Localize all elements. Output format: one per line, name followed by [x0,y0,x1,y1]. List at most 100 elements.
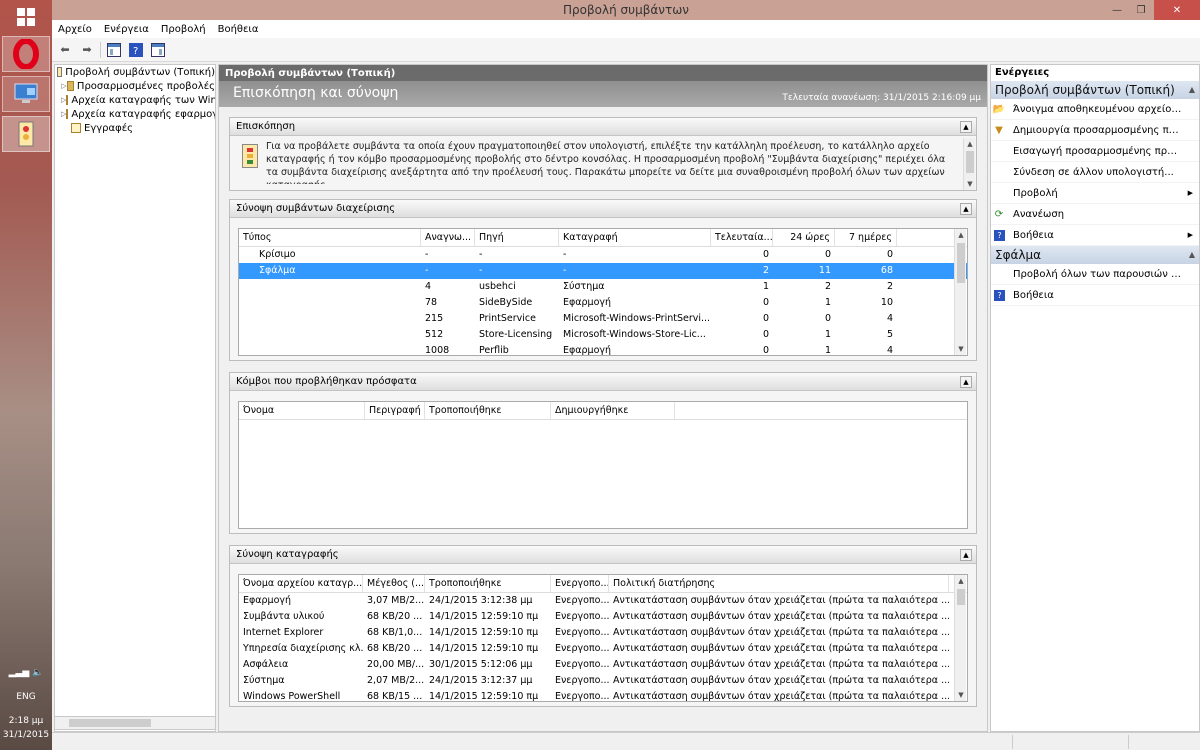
menu-view[interactable]: Προβολή [161,24,206,35]
menu-file[interactable]: Αρχείο [58,24,92,35]
action-item[interactable]: Εισαγωγή προσαρμοσμένης προβ... [991,141,1199,162]
close-button[interactable]: ✕ [1154,0,1200,20]
column-header-name[interactable]: Όνομα [239,402,365,419]
column-header-source[interactable]: Πηγή [475,229,559,246]
column-header-size[interactable]: Μέγεθος (... [363,575,425,592]
back-button[interactable]: ⬅ [56,41,74,59]
minimize-button[interactable]: — [1104,0,1130,20]
taskbar-event-viewer[interactable] [2,116,50,152]
menu-action[interactable]: Ενέργεια [104,24,149,35]
show-hide-tree-button[interactable] [105,41,123,59]
taskbar-opera[interactable] [2,36,50,72]
collapse-icon[interactable]: ▲ [960,203,972,215]
scrollbar-thumb[interactable] [957,589,965,605]
column-header-modified[interactable]: Τροποποιήθηκε [425,402,551,419]
table-row[interactable]: Windows PowerShell 68 KB/15 ... 14/1/2015 … [239,689,967,701]
language-indicator[interactable]: ENG [0,692,52,702]
actions-group-event-viewer[interactable]: Προβολή συμβάντων (Τοπική) ▲ [991,81,1199,99]
table-cell: 14/1/2015 12:59:10 πμ [429,611,539,622]
overview-scrollbar[interactable]: ▲ ▼ [963,138,975,190]
actions-group-error[interactable]: Σφάλμα ▲ [991,246,1199,264]
table-header: Όνομα Περιγραφή Τροποποιήθηκε Δημιουργήθ… [239,402,967,420]
show-hide-action-pane-button[interactable] [149,41,167,59]
help-toolbar-button[interactable]: ? [127,41,145,59]
column-header-id[interactable]: Αναγνω... [421,229,475,246]
start-button[interactable] [0,0,52,34]
table-row[interactable]: Συμβάντα υλικού 68 KB/20 ... 14/1/2015 12:… [239,609,967,625]
summary-scrollbar[interactable]: ▲ ▼ [954,229,966,355]
column-header-type[interactable]: Τύπος [239,229,421,246]
column-header-retention[interactable]: Πολιτική διατήρησης [609,575,949,592]
tree-horizontal-scrollbar[interactable] [54,716,216,730]
table-row[interactable]: 1008 Perflib Εφαρμογή 0 1 4 [239,343,967,356]
action-item[interactable]: ? Βοήθεια [991,285,1199,306]
column-header-log[interactable]: Καταγραφή [559,229,711,246]
taskbar-remote-desktop[interactable] [2,76,50,112]
action-label: Δημιουργία προσαρμοσμένης προ... [1013,124,1183,136]
column-header-last-hour[interactable]: Τελευταία... [711,229,773,246]
menu-help[interactable]: Βοήθεια [218,24,259,35]
scrollbar-thumb[interactable] [69,719,151,727]
column-header-24h[interactable]: 24 ώρες [773,229,835,246]
action-item[interactable]: 📂 Άνοιγμα αποθηκευμένου αρχείου κ... [991,99,1199,120]
table-row[interactable]: 4 usbehci Σύστημα 1 2 2 [239,279,967,295]
scroll-down-icon[interactable]: ▼ [955,689,967,701]
clock-date[interactable]: 31/1/2015 [0,730,52,740]
table-row[interactable]: 215 PrintService Microsoft-Windows-PrintSe… [239,311,967,327]
table-row[interactable]: Κρίσιμο - - - 0 0 0 [239,247,967,263]
scroll-up-icon[interactable]: ▲ [955,575,967,587]
collapse-icon[interactable]: ▲ [1189,246,1195,264]
action-item[interactable]: ? Βοήθεια ▶ [991,225,1199,246]
action-item[interactable]: ▼ Δημιουργία προσαρμοσμένης προ... [991,120,1199,141]
scroll-up-icon[interactable]: ▲ [955,229,967,241]
action-item[interactable]: Σύνδεση σε άλλον υπολογιστή... [991,162,1199,183]
collapse-icon[interactable]: ▲ [1189,81,1195,99]
tree-item-custom-views[interactable]: ▷ Προσαρμοσμένες προβολές [55,79,215,93]
column-header-modified[interactable]: Τροποποιήθηκε [425,575,551,592]
column-header-log-name[interactable]: Όνομα αρχείου καταγρ... [239,575,363,592]
tree-item-subscriptions[interactable]: Εγγραφές [55,121,215,135]
overview-text: Για να προβάλετε συμβάντα τα οποία έχουν… [266,141,946,184]
table-cell: Ασφάλεια [243,659,289,670]
action-item[interactable]: Προβολή όλων των παρουσιών α... [991,264,1199,285]
table-row[interactable]: Σύστημα 2,07 MB/2... 24/1/2015 3:12:37 μμ Ε… [239,673,967,689]
scroll-down-icon[interactable]: ▼ [964,178,976,190]
action-item[interactable]: ⟳ Ανανέωση [991,204,1199,225]
collapse-icon[interactable]: ▲ [960,121,972,133]
recent-nodes-section-header[interactable]: Κόμβοι που προβλήθηκαν πρόσφατα ▲ [230,373,976,391]
scrollbar-thumb[interactable] [957,243,965,283]
column-header-created[interactable]: Δημιουργήθηκε [551,402,675,419]
table-cell: 1008 [425,345,450,356]
restore-button[interactable]: ❐ [1128,0,1154,20]
clock-time[interactable]: 2:18 μμ [0,716,52,726]
collapse-icon[interactable]: ▲ [960,376,972,388]
log-summary-scrollbar[interactable]: ▲ ▼ [954,575,966,701]
scrollbar-thumb[interactable] [966,151,974,173]
overview-section-header[interactable]: Επισκόπηση ▲ [230,118,976,136]
table-row[interactable]: Υπηρεσία διαχείρισης κλ... 68 KB/20 ... 14… [239,641,967,657]
table-row[interactable]: Ασφάλεια 20,00 MB/... 30/1/2015 5:12:06 μμ… [239,657,967,673]
log-summary-section-header[interactable]: Σύνοψη καταγραφής ▲ [230,546,976,564]
opera-icon [13,39,39,69]
tree-item-root[interactable]: Προβολή συμβάντων (Τοπική) [55,65,215,79]
table-row[interactable]: −Σφάλμα---21168 [239,263,967,279]
table-row[interactable]: 512 Store-Licensing Microsoft-Windows-Stor… [239,327,967,343]
tree-item-app-logs[interactable]: ▷ Αρχεία καταγραφής εφαρμογών [55,107,215,121]
scroll-down-icon[interactable]: ▼ [955,343,967,355]
admin-events-section-header[interactable]: Σύνοψη συμβάντων διαχείρισης ▲ [230,200,976,218]
tree-item-windows-logs[interactable]: ▷ Αρχεία καταγραφής των Windows [55,93,215,107]
table-header: Τύπος Αναγνω... Πηγή Καταγραφή Τελευταία… [239,229,967,247]
action-item[interactable]: Προβολή ▶ [991,183,1199,204]
table-row[interactable]: Εφαρμογή 3,07 MB/2... 24/1/2015 3:12:38 μμ… [239,593,967,609]
forward-button[interactable]: ➡ [78,41,96,59]
column-header-enabled[interactable]: Ενεργοπο... [551,575,609,592]
table-row[interactable]: 78 SideBySide Εφαρμογή 0 1 10 [239,295,967,311]
table-row[interactable]: Internet Explorer 68 KB/1,0... 14/1/2015 1… [239,625,967,641]
scroll-up-icon[interactable]: ▲ [964,138,976,150]
title-bar[interactable]: Προβολή συμβάντων — ❐ ✕ [52,0,1200,20]
column-header-description[interactable]: Περιγραφή [365,402,425,419]
column-header-7d[interactable]: 7 ημέρες [835,229,897,246]
recent-nodes-table: Όνομα Περιγραφή Τροποποιήθηκε Δημιουργήθ… [238,401,968,529]
tray-icons[interactable]: ▂▃▅ 🔈 [0,668,52,678]
collapse-icon[interactable]: ▲ [960,549,972,561]
